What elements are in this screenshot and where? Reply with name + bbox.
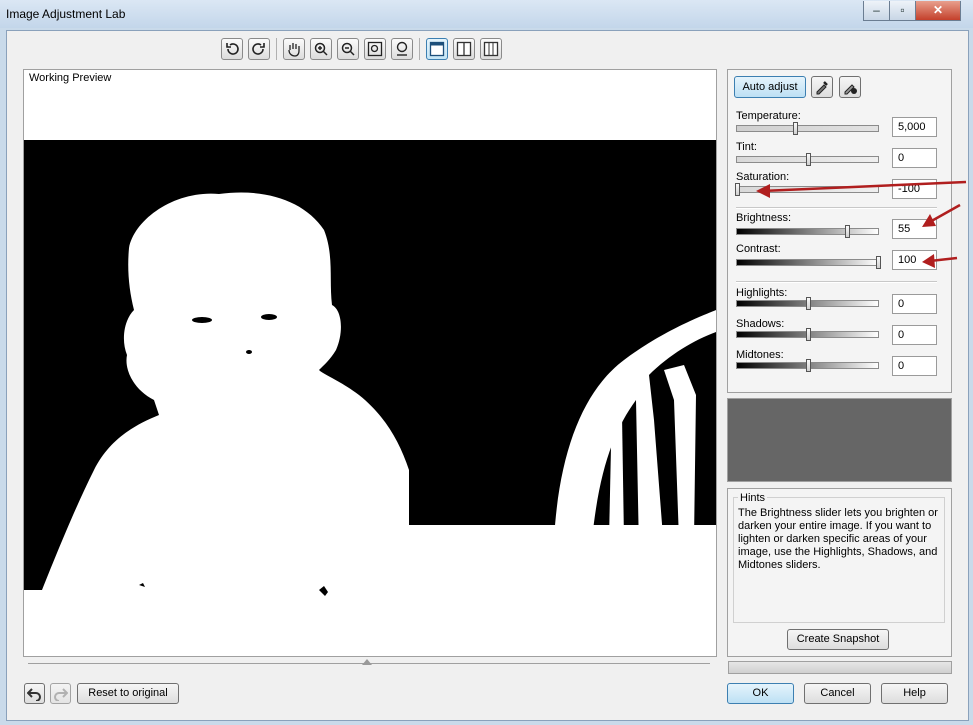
progress-bar: [728, 661, 952, 674]
eyedropper-button[interactable]: [811, 76, 833, 98]
redo-icon: [54, 688, 68, 701]
preview-image[interactable]: [24, 70, 716, 656]
close-button[interactable]: ✕: [915, 1, 961, 21]
temperature-label: Temperature:: [736, 110, 801, 122]
minimize-button[interactable]: –: [863, 1, 890, 21]
tint-value-field[interactable]: 0: [892, 148, 937, 168]
saturation-slider[interactable]: [735, 183, 879, 196]
midtones-label: Midtones:: [736, 349, 784, 361]
highlights-value-field[interactable]: 0: [892, 294, 937, 314]
shadows-value-field[interactable]: 0: [892, 325, 937, 345]
reset-to-original-button[interactable]: Reset to original: [77, 683, 179, 704]
contrast-value-field[interactable]: 100: [892, 250, 937, 270]
tint-slider-thumb[interactable]: [805, 153, 811, 166]
contrast-label: Contrast:: [736, 243, 781, 255]
maximize-button[interactable]: ▫: [889, 1, 916, 21]
window-title: Image Adjustment Lab: [6, 7, 126, 21]
zoom-out-button[interactable]: [337, 38, 359, 60]
saturation-label: Saturation:: [736, 171, 790, 183]
rotate-left-button[interactable]: [221, 38, 243, 60]
pan-hand-icon: [288, 43, 300, 57]
hints-legend: Hints: [738, 492, 768, 504]
color-preview-swatch: [727, 398, 952, 482]
contrast-slider-thumb[interactable]: [876, 256, 881, 269]
zoom-in-button[interactable]: [310, 38, 332, 60]
auto-adjust-button[interactable]: Auto adjust: [734, 76, 806, 98]
tint-label: Tint:: [736, 141, 757, 153]
zoom-out-icon: [341, 42, 355, 56]
create-snapshot-button[interactable]: Create Snapshot: [787, 629, 889, 650]
saturation-slider-thumb[interactable]: [735, 183, 740, 196]
toolbar-separator: [419, 38, 420, 60]
panel-divider: [736, 281, 937, 283]
brightness-slider[interactable]: [736, 225, 879, 238]
eyedropper-icon: [816, 81, 828, 95]
pan-button[interactable]: [283, 38, 305, 60]
midtones-value-field[interactable]: 0: [892, 356, 937, 376]
cancel-button[interactable]: Cancel: [804, 683, 871, 704]
zoom-100-icon: [396, 41, 408, 56]
brightness-slider-thumb[interactable]: [844, 225, 850, 238]
rotate-left-icon: [226, 43, 239, 55]
shadows-slider[interactable]: [736, 328, 879, 341]
contrast-slider[interactable]: [736, 256, 881, 269]
brightness-label: Brightness:: [736, 212, 792, 224]
title-bar: Image Adjustment Lab – ▫ ✕: [0, 0, 973, 28]
temperature-slider-thumb[interactable]: [792, 122, 798, 135]
brightness-value-field[interactable]: 55: [892, 219, 937, 239]
split-view-icon: [456, 41, 472, 57]
ok-button[interactable]: OK: [727, 683, 794, 704]
undo-button[interactable]: [24, 683, 45, 704]
undo-icon: [27, 688, 41, 701]
midtones-slider-thumb[interactable]: [805, 359, 811, 372]
tint-slider[interactable]: [736, 153, 879, 166]
eyedropper-gray-button[interactable]: [839, 76, 861, 98]
hints-text: The Brightness slider lets you brighten …: [738, 507, 938, 571]
eyedropper-gray-icon: [844, 84, 857, 95]
side-by-side-view-icon: [483, 41, 499, 57]
rotate-right-icon: [252, 43, 265, 55]
single-view-button[interactable]: [426, 38, 448, 60]
fit-to-window-button[interactable]: [364, 38, 386, 60]
splitter-grip-icon[interactable]: [362, 659, 372, 665]
midtones-slider[interactable]: [736, 359, 879, 372]
fit-to-window-icon: [367, 41, 383, 57]
help-button[interactable]: Help: [881, 683, 948, 704]
toolbar-separator: [276, 38, 277, 60]
single-view-icon: [429, 41, 445, 57]
temperature-value-field[interactable]: 5,000: [892, 117, 937, 137]
side-by-side-view-button[interactable]: [480, 38, 502, 60]
highlights-slider[interactable]: [736, 297, 879, 310]
shadows-slider-thumb[interactable]: [805, 328, 811, 341]
shadows-label: Shadows:: [736, 318, 785, 330]
working-preview-panel: Working Preview: [23, 69, 717, 657]
panel-divider: [736, 207, 937, 209]
rotate-right-button[interactable]: [248, 38, 270, 60]
split-view-button[interactable]: [453, 38, 475, 60]
temperature-slider[interactable]: [736, 122, 879, 135]
saturation-value-field[interactable]: -100: [892, 179, 937, 199]
highlights-slider-thumb[interactable]: [805, 297, 811, 310]
zoom-100-button[interactable]: [391, 38, 413, 60]
highlights-label: Highlights:: [736, 287, 788, 299]
zoom-in-icon: [314, 42, 328, 56]
redo-button[interactable]: [50, 683, 71, 704]
